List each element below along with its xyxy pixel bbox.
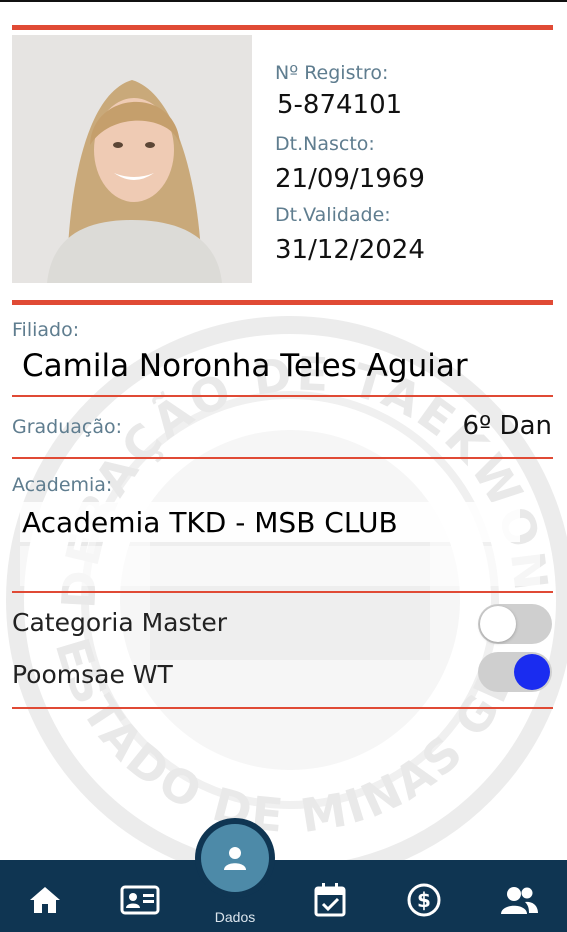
nascimento-value: 21/09/1969 [275,164,425,194]
member-photo [12,35,252,283]
bottom-navigation [0,860,567,932]
academia-value: Academia TKD - MSB CLUB [22,506,398,539]
filiado-label: Filiado: [12,319,80,341]
graduacao-value: 6º Dan [462,411,553,441]
nav-home[interactable] [22,878,68,922]
top-accent-bar [12,25,553,30]
dollar-icon: $ [407,883,441,917]
nav-dados-button[interactable] [201,824,269,892]
redaction-block [20,546,540,586]
section-accent-bar [12,300,553,305]
calendar-check-icon [314,883,346,917]
categoria-master-toggle[interactable] [478,604,552,644]
divider [12,591,553,593]
toggle-knob [480,606,516,642]
nav-calendar[interactable] [307,878,353,922]
nav-card[interactable] [117,878,163,922]
users-icon [501,887,538,914]
divider [12,395,553,397]
graduacao-label: Graduação: [12,416,123,438]
nav-members[interactable] [496,878,542,922]
toggle-knob [514,654,550,690]
id-card-icon [120,885,160,915]
validade-value: 31/12/2024 [275,235,425,265]
divider [12,707,553,709]
poomsae-toggle[interactable] [478,652,552,692]
academia-label: Academia: [12,474,113,496]
home-icon [30,887,60,913]
nav-dados-label: Dados [214,909,256,925]
categoria-master-label: Categoria Master [12,608,227,637]
divider [12,457,553,459]
registro-value: 5-874101 [277,90,403,120]
filiado-value: Camila Noronha Teles Aguiar [22,348,468,384]
validade-label: Dt.Validade: [275,204,391,226]
registro-label: Nº Registro: [275,62,389,84]
nav-payments[interactable]: $ [401,878,447,922]
nascimento-label: Dt.Nascto: [275,133,375,155]
svg-text:$: $ [417,888,431,912]
user-icon [224,847,246,870]
status-bar-edge [0,0,567,2]
poomsae-label: Poomsae WT [12,660,173,689]
